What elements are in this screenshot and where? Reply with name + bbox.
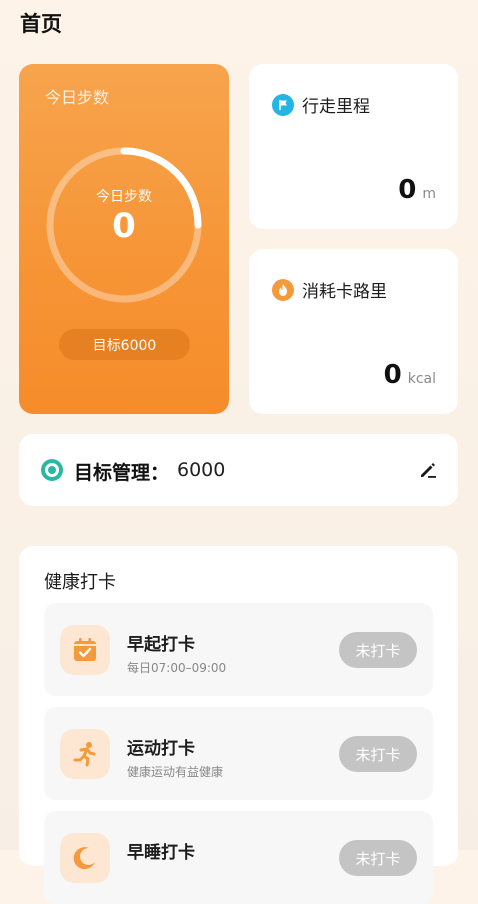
checkin-desc: 健康运动有益健康 (127, 765, 224, 779)
checkin-name: 早睡打卡 (127, 843, 195, 863)
running-icon (73, 742, 96, 767)
checkin-item-exercise[interactable]: 运动打卡 健康运动有益健康 未打卡 (44, 707, 433, 800)
checkin-status-button[interactable]: 未打卡 (339, 840, 417, 876)
checkin-item-morning[interactable]: 早起打卡 每日07:00–09:00 未打卡 (44, 603, 433, 696)
target-management-card[interactable]: 目标管理： 6000 (19, 434, 458, 506)
steps-count: 0 (112, 206, 136, 246)
page-title: 首页 (20, 12, 62, 36)
checkin-item-sleep[interactable]: 早睡打卡 未打卡 (44, 811, 433, 904)
steps-card-title: 今日步数 (45, 88, 110, 107)
checkin-name: 运动打卡 (127, 739, 195, 759)
moon-icon (73, 847, 95, 870)
calories-unit: kcal (407, 371, 436, 387)
target-icon (41, 459, 63, 481)
walk-distance-value: 0 (398, 175, 417, 205)
walk-distance-label: 行走里程 (302, 97, 370, 117)
target-management-label: 目标管理： (74, 462, 170, 484)
calories-value: 0 (383, 360, 402, 390)
edit-icon[interactable] (418, 460, 438, 480)
calendar-check-icon (74, 638, 96, 661)
checkin-desc: 每日07:00–09:00 (127, 661, 227, 675)
checkin-status-button[interactable]: 未打卡 (339, 632, 417, 668)
flame-icon (272, 278, 294, 301)
checkin-status-button[interactable]: 未打卡 (339, 736, 417, 772)
target-management-value: 6000 (177, 459, 226, 481)
calories-label: 消耗卡路里 (302, 282, 387, 302)
health-checkin-card: 健康打卡 早起打卡 每日07:00–09:00 未打卡 运动打卡 健康运动有益健 (19, 546, 458, 904)
walk-distance-card[interactable]: 行走里程 0 m (249, 64, 458, 229)
calories-card[interactable]: 消耗卡路里 0 kcal (249, 249, 458, 414)
checkin-name: 早起打卡 (127, 635, 195, 655)
walk-distance-unit: m (422, 186, 436, 202)
steps-goal-pill: 目标6000 (59, 329, 190, 360)
flag-icon (272, 93, 294, 116)
steps-card[interactable]: 今日步数 今日步数 0 目标6000 (19, 64, 229, 414)
health-checkin-title: 健康打卡 (44, 572, 116, 593)
steps-ring-label: 今日步数 (96, 189, 152, 205)
